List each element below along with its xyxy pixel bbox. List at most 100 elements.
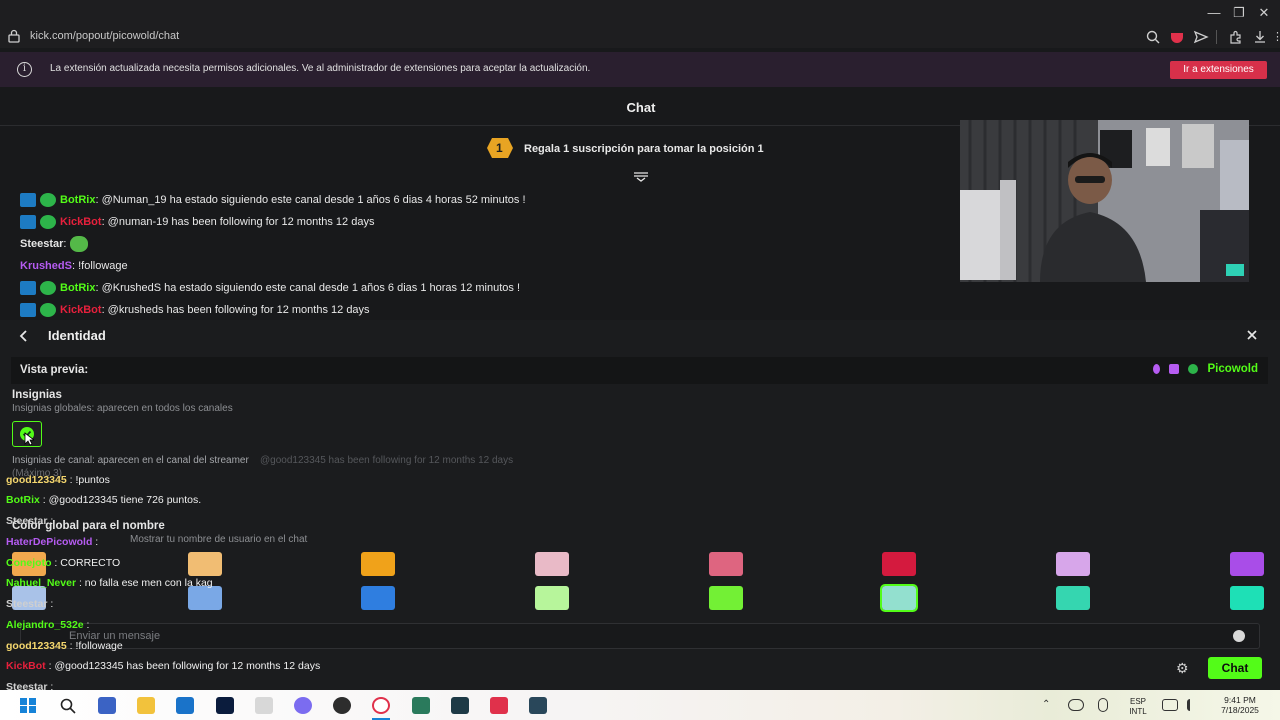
- display-icon[interactable]: [1162, 699, 1178, 711]
- address-bar[interactable]: kick.com/popout/picowold/chat ⋮: [0, 26, 1280, 48]
- chat-message: BotRix: @KrushedS ha estado siguiendo es…: [20, 278, 520, 298]
- layout-label: INTL: [1129, 707, 1147, 716]
- go-to-extensions-button[interactable]: Ir a extensiones: [1170, 61, 1267, 79]
- overlay-text: : !followage: [66, 640, 123, 652]
- color-swatch[interactable]: [880, 584, 918, 612]
- download-icon[interactable]: [1252, 29, 1268, 45]
- overlay-username: Steestar: [6, 598, 48, 610]
- mouse-cursor-icon: [24, 432, 34, 446]
- clock[interactable]: 9:41 PM 7/18/2025: [1210, 695, 1270, 715]
- lang-label: ESP: [1129, 697, 1146, 706]
- chat-text: @KrushedS ha estado siguiendo este canal…: [98, 282, 521, 294]
- chat-username[interactable]: Steestar: [20, 238, 63, 250]
- color-swatch[interactable]: [1230, 586, 1264, 610]
- color-swatch[interactable]: [188, 552, 222, 576]
- chat-text: @Numan_19 ha estado siguiendo este canal…: [98, 194, 526, 206]
- menu-icon[interactable]: ⋮: [1272, 30, 1280, 43]
- extensions-icon[interactable]: [1228, 29, 1244, 45]
- app-icon-2[interactable]: [451, 697, 469, 714]
- input-language[interactable]: ESP INTL: [1124, 697, 1152, 717]
- search-icon[interactable]: [59, 697, 77, 714]
- verified-badge-icon: [40, 303, 56, 318]
- color-swatch[interactable]: [361, 552, 395, 576]
- emote-icon: [70, 236, 89, 253]
- overlay-text: : no falla ese men con la kag: [76, 577, 213, 589]
- color-swatch[interactable]: [709, 586, 743, 610]
- color-swatch[interactable]: [1230, 552, 1264, 576]
- send-chat-button[interactable]: Chat: [1208, 657, 1262, 679]
- badges-title: Insignias: [12, 389, 62, 401]
- color-swatch[interactable]: [1056, 586, 1090, 610]
- verified-badge-icon: [40, 281, 56, 296]
- color-swatch[interactable]: [361, 586, 395, 610]
- channel-badges-text: Insignias de canal: aparecen en el canal…: [12, 455, 249, 466]
- overlay-username: BotRix: [6, 494, 40, 506]
- expand-pinned-icon[interactable]: [633, 172, 649, 182]
- cloud-icon[interactable]: [1068, 699, 1084, 711]
- browser-titlebar: — ❐ ✕: [0, 0, 1280, 26]
- zoom-icon[interactable]: [1145, 29, 1161, 45]
- color-swatch[interactable]: [535, 586, 569, 610]
- app-icon-3[interactable]: [529, 697, 547, 714]
- preview-row: Vista previa: Picowold: [11, 357, 1268, 384]
- chat-message: KrushedS: !followage: [20, 256, 128, 276]
- send-icon[interactable]: [1193, 29, 1209, 45]
- clock-time: 9:41 PM: [1224, 695, 1256, 705]
- tiktok-icon[interactable]: [490, 697, 508, 714]
- identity-header: Identidad: [0, 320, 1280, 352]
- url-text[interactable]: kick.com/popout/picowold/chat: [30, 30, 179, 42]
- color-swatch[interactable]: [709, 552, 743, 576]
- overlay-username: good123345: [6, 640, 67, 652]
- bot-badge-icon: [20, 303, 36, 318]
- clock-date: 7/18/2025: [1221, 705, 1259, 715]
- discord-icon[interactable]: [294, 697, 312, 714]
- chat-message: KickBot: @numan-19 has been following fo…: [20, 212, 374, 232]
- chevron-left-icon[interactable]: [16, 328, 32, 344]
- minimize-icon[interactable]: —: [1203, 4, 1225, 22]
- speaker-icon[interactable]: [1187, 699, 1201, 711]
- app-icon-1[interactable]: [412, 697, 430, 714]
- overlay-username: KickBot: [6, 660, 46, 672]
- tray-chevron-icon[interactable]: ⌃: [1042, 699, 1050, 710]
- rank-number: 1: [496, 141, 503, 155]
- chat-username[interactable]: BotRix: [60, 194, 95, 206]
- sub-banner-text[interactable]: Regala 1 suscripción para tomar la posic…: [524, 143, 764, 155]
- identity-title: Identidad: [48, 328, 106, 343]
- info-icon: i: [17, 62, 32, 77]
- color-swatch[interactable]: [188, 586, 222, 610]
- file-explorer-icon[interactable]: [137, 697, 155, 714]
- overlay-chat-message: Conejoto : CORRECTO: [6, 557, 120, 569]
- pocket-icon[interactable]: [1169, 29, 1185, 45]
- message-input[interactable]: Enviar un mensaje: [20, 623, 1260, 649]
- obs-icon[interactable]: [333, 697, 351, 714]
- overlay-text: : CORRECTO: [51, 557, 121, 569]
- gear-icon[interactable]: ⚙: [1176, 661, 1190, 675]
- close-icon[interactable]: [1244, 327, 1260, 343]
- chat-username[interactable]: KickBot: [60, 304, 102, 316]
- emoji-icon[interactable]: [1233, 630, 1245, 642]
- overlay-chat-message: KickBot : @good123345 has been following…: [6, 660, 320, 672]
- mic-badge-icon: [1152, 363, 1160, 374]
- overlay-text: :: [92, 536, 99, 548]
- overlay-chat-message: good123345 : !puntos: [6, 474, 110, 486]
- chat-username[interactable]: KickBot: [60, 216, 102, 228]
- restore-icon[interactable]: ❐: [1228, 4, 1250, 22]
- chat-username[interactable]: BotRix: [60, 282, 95, 294]
- capcut-icon[interactable]: [255, 697, 273, 714]
- color-swatch[interactable]: [1056, 552, 1090, 576]
- preview-badges: Picowold: [1152, 363, 1258, 375]
- verified-badge-icon: [40, 193, 56, 208]
- chat-username[interactable]: KrushedS: [20, 260, 72, 272]
- opera-icon[interactable]: [372, 697, 390, 714]
- close-window-icon[interactable]: ✕: [1253, 4, 1275, 22]
- color-swatch[interactable]: [535, 552, 569, 576]
- windows-start-icon[interactable]: [19, 697, 37, 714]
- store-icon[interactable]: [176, 697, 194, 714]
- photoshop-icon[interactable]: [216, 697, 234, 714]
- color-swatch[interactable]: [882, 552, 916, 576]
- lock-icon[interactable]: [8, 29, 20, 43]
- overlay-chat-message: BotRix : @good123345 tiene 726 puntos.: [6, 494, 201, 506]
- microphone-icon[interactable]: [1098, 698, 1108, 712]
- chat-message: KickBot: @krusheds has been following fo…: [20, 300, 370, 320]
- task-view-icon[interactable]: [98, 697, 116, 714]
